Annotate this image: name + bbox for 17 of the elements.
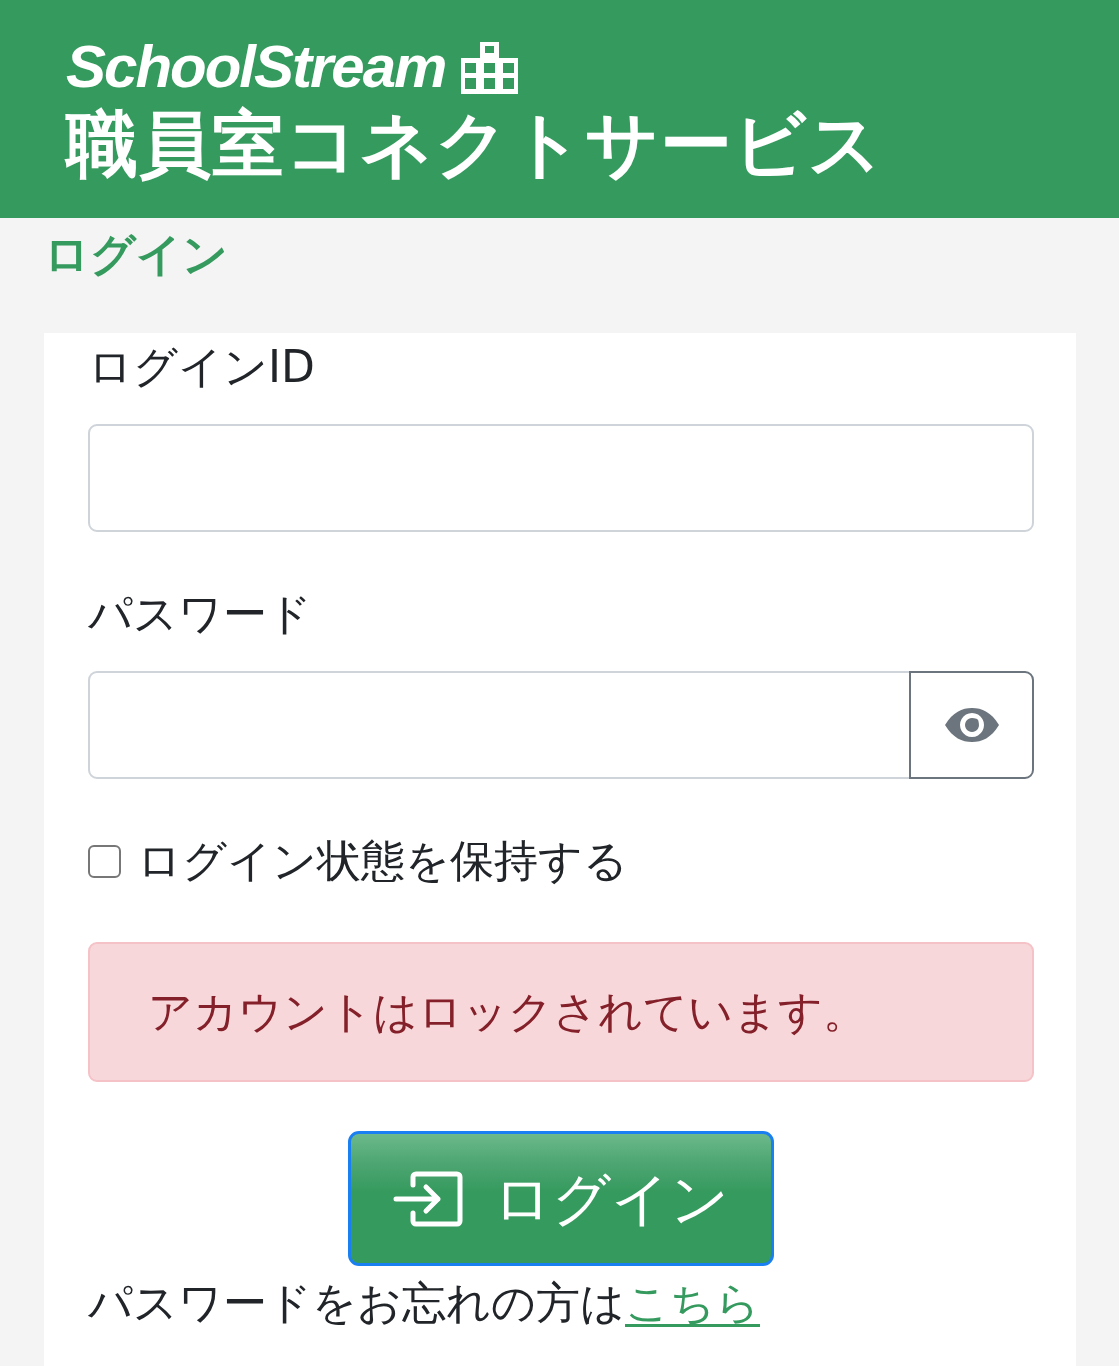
alert-message: アカウントはロックされています。	[148, 985, 867, 1039]
field-label: ログインID	[88, 340, 316, 394]
enter-arrow-icon	[393, 1170, 463, 1227]
login-id-field[interactable]	[88, 424, 1034, 532]
remember-label[interactable]: ログイン状態を保持する	[137, 828, 628, 894]
service-title: 職員室コネクトサービス	[66, 101, 884, 188]
remember-checkbox[interactable]	[88, 844, 121, 878]
field-label: パスワード	[88, 587, 313, 641]
login-button[interactable]: ログイン	[348, 1131, 774, 1266]
eye-icon	[944, 708, 999, 742]
password-field[interactable]	[88, 671, 911, 779]
here-link[interactable]: こちら	[625, 1277, 760, 1328]
forgot-password-text: パスワードをお忘れの方は こちら	[88, 1276, 760, 1330]
brand-logo: SchoolStream	[66, 36, 446, 98]
show-password-button[interactable]	[909, 671, 1034, 779]
page-title: ログイン	[44, 227, 229, 283]
building-icon	[461, 42, 519, 94]
